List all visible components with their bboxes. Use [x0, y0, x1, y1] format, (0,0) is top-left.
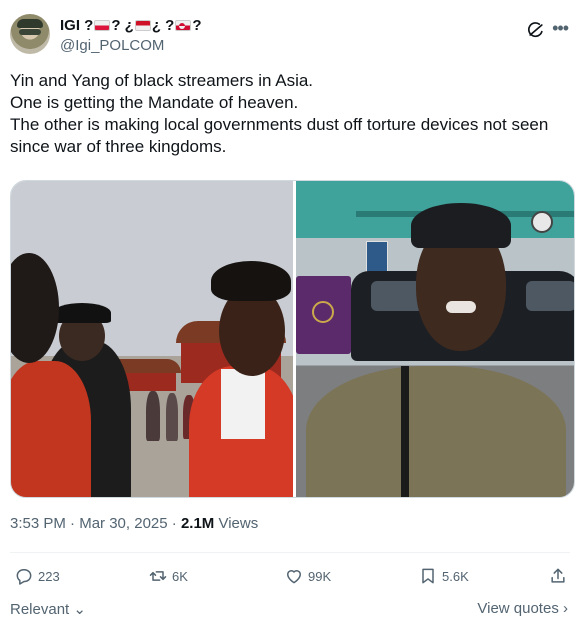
emblem [531, 211, 553, 233]
meta-separator: · [171, 515, 177, 532]
chevron-down-icon: ⌄ [73, 601, 86, 618]
tweet-header: IGI ? ? ¿ ¿ ? ? @Igi_POLCOM ••• [10, 12, 570, 60]
bookmark-count: 5.6K [442, 568, 469, 584]
indonesia-flag-icon [134, 20, 151, 31]
action-bar: 223 6K 99K 5.6K [10, 556, 572, 596]
display-name-text: IGI ? [60, 17, 94, 34]
tweet-meta: 3:53 PM · Mar 30, 2025 · 2.1M Views [10, 514, 258, 534]
olive-jacket [306, 366, 566, 497]
chevron-right-icon: › [563, 600, 568, 617]
tweet-media[interactable] [10, 180, 575, 498]
tweet-line: The other is making local governments du… [10, 115, 549, 134]
white-shirt [221, 369, 265, 439]
tweet-line: Yin and Yang of black streamers in Asia. [10, 71, 314, 90]
sort-label: Relevant [10, 601, 70, 618]
view-quotes-link[interactable]: View quotes › [477, 600, 568, 617]
replies-footer: Relevant ⌄ View quotes › [10, 598, 572, 622]
sort-dropdown[interactable]: Relevant ⌄ [10, 600, 86, 618]
greenland-flag-icon [175, 20, 192, 31]
passport-emblem [312, 301, 334, 323]
like-count: 99K [308, 568, 332, 584]
share-button[interactable] [548, 566, 572, 586]
view-quotes-label: View quotes [477, 600, 559, 617]
crowd-person [166, 393, 178, 441]
bookmark-button[interactable]: 5.6K [418, 566, 469, 586]
tweet-line: One is getting the Mandate of heaven. [10, 93, 299, 112]
author-names: IGI ? ? ¿ ¿ ? ? @Igi_POLCOM [60, 16, 202, 55]
meta-separator: · [70, 515, 76, 532]
share-icon [551, 568, 565, 583]
reply-icon [16, 569, 32, 585]
avatar-band [19, 29, 41, 35]
more-icon[interactable]: ••• [552, 18, 569, 38]
media-image-left[interactable] [11, 181, 293, 497]
views-count: 2.1M [180, 515, 215, 532]
tweet-text: Yin and Yang of black streamers in Asia.… [10, 70, 570, 158]
streamer-hair [211, 261, 291, 301]
display-name-suffix-3: ? [192, 17, 202, 34]
person-red-floral [11, 361, 91, 497]
crowd-person [146, 391, 160, 441]
bookmark-icon [422, 568, 434, 584]
tweet-time[interactable]: 3:53 PM [10, 515, 66, 532]
views-label: Views [218, 515, 259, 532]
avatar[interactable] [10, 14, 50, 54]
repost-count: 6K [172, 568, 188, 584]
grok-icon[interactable] [526, 20, 546, 40]
poland-flag-icon [94, 20, 111, 31]
like-button[interactable]: 99K [284, 566, 331, 586]
display-name-suffix-2: ¿ ? [151, 17, 175, 34]
reply-button[interactable]: 223 [14, 566, 60, 586]
divider [10, 552, 570, 553]
media-image-right[interactable] [296, 181, 574, 497]
suv-window [526, 281, 574, 311]
repost-icon [149, 571, 167, 581]
author-handle[interactable]: @Igi_POLCOM [60, 36, 202, 55]
black-beanie [411, 203, 511, 248]
bucket-hat [53, 303, 111, 323]
tweet-line: since war of three kingdoms. [10, 137, 227, 156]
reply-count: 223 [38, 568, 60, 584]
smile [446, 301, 476, 313]
bag-strap [401, 366, 409, 497]
repost-button[interactable]: 6K [148, 566, 188, 586]
display-name-suffix-1: ? ¿ [111, 17, 134, 34]
author-display-name[interactable]: IGI ? ? ¿ ¿ ? ? [60, 16, 202, 35]
tweet-date[interactable]: Mar 30, 2025 [79, 515, 167, 532]
like-icon [287, 570, 301, 584]
person-hair [11, 253, 59, 363]
avatar-cap [17, 19, 43, 28]
